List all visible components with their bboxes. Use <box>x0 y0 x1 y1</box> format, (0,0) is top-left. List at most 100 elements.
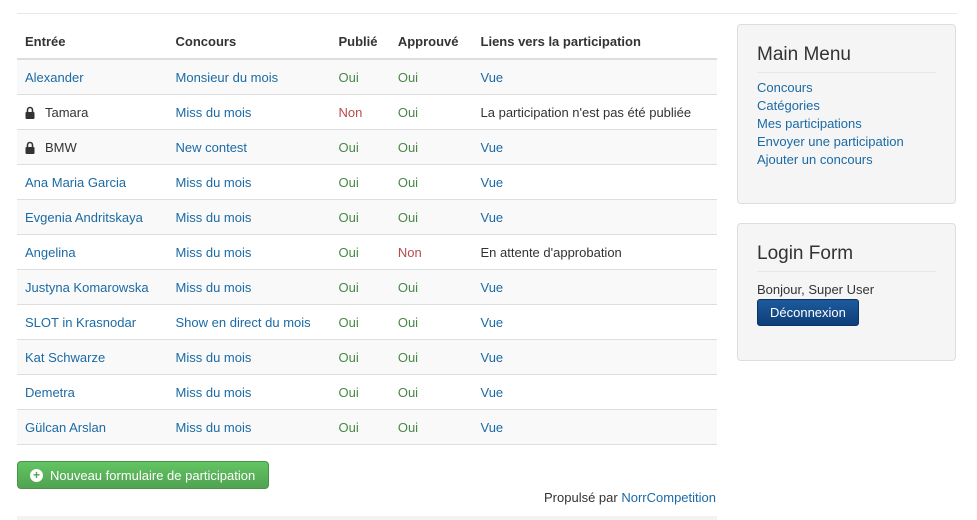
login-form-title: Login Form <box>757 243 936 272</box>
published-status: Oui <box>330 234 390 270</box>
entry-link[interactable]: Kat Schwarze <box>25 350 105 365</box>
contest-cell: Miss du mois <box>167 269 331 305</box>
menu-item-my-entries[interactable]: Mes participations <box>757 116 862 131</box>
menu-item-categories[interactable]: Catégories <box>757 98 820 113</box>
bottom-divider <box>17 516 717 520</box>
approved-status: Oui <box>389 409 473 445</box>
menu-item-submit-entry[interactable]: Envoyer une participation <box>757 134 904 149</box>
published-status: Oui <box>330 164 390 200</box>
contest-link[interactable]: Miss du mois <box>176 280 252 295</box>
table-row: Demetra Miss du mois Oui Oui Vue <box>17 374 717 410</box>
view-link[interactable]: Vue <box>481 280 504 295</box>
header-links: Liens vers la participation <box>472 24 717 60</box>
link-status: La participation n'est pas été publiée <box>480 104 692 120</box>
entry-cell: Kat Schwarze <box>17 339 168 375</box>
table-row: Gülcan Arslan Miss du mois Oui Oui Vue <box>17 409 717 445</box>
published-status: Oui <box>330 199 390 235</box>
contest-link[interactable]: New contest <box>176 140 248 155</box>
approved-status: Oui <box>389 129 473 165</box>
published-status: Oui <box>330 374 390 410</box>
plus-circle-icon: + <box>30 468 43 482</box>
view-link[interactable]: Vue <box>481 315 504 330</box>
approved-status: Oui <box>389 339 473 375</box>
entry-cell: Demetra <box>17 374 168 410</box>
entry-cell: BMW <box>17 129 168 165</box>
entries-section: Entrée Concours Publié Approuvé Liens ve… <box>17 24 717 445</box>
contest-cell: Show en direct du mois <box>167 304 331 340</box>
approved-status: Oui <box>389 269 473 305</box>
main-menu-list: Concours Catégories Mes participations E… <box>757 79 936 169</box>
logout-button[interactable]: Déconnexion <box>757 299 859 326</box>
table-row: Ana Maria Garcia Miss du mois Oui Oui Vu… <box>17 164 717 200</box>
contest-link[interactable]: Miss du mois <box>176 245 252 260</box>
contest-link[interactable]: Miss du mois <box>176 420 252 435</box>
link-cell: Vue <box>472 269 717 305</box>
contest-link[interactable]: Miss du mois <box>176 210 252 225</box>
new-entry-button[interactable]: + Nouveau formulaire de participation <box>17 461 269 489</box>
menu-list-item: Catégories <box>757 97 936 115</box>
approved-status: Oui <box>389 164 473 200</box>
entry-link[interactable]: Justyna Komarowska <box>25 280 149 295</box>
view-link[interactable]: Vue <box>481 350 504 365</box>
norrcompetition-link[interactable]: NorrCompetition <box>621 490 716 505</box>
contest-cell: Miss du mois <box>167 374 331 410</box>
contest-cell: Miss du mois <box>167 234 331 270</box>
view-link[interactable]: Vue <box>481 420 504 435</box>
entry-cell: Gülcan Arslan <box>17 409 168 445</box>
link-cell: Vue <box>472 199 717 235</box>
link-cell: En attente d'approbation <box>472 234 717 270</box>
entry-link[interactable]: SLOT in Krasnodar <box>25 315 136 330</box>
lock-icon <box>25 141 35 154</box>
entry-link[interactable]: Angelina <box>25 245 76 260</box>
link-cell: Vue <box>472 129 717 165</box>
view-link[interactable]: Vue <box>481 140 504 155</box>
lock-icon <box>25 106 35 119</box>
contest-link[interactable]: Miss du mois <box>176 350 252 365</box>
contest-link[interactable]: Miss du mois <box>176 175 252 190</box>
view-link[interactable]: Vue <box>481 210 504 225</box>
header-entry: Entrée <box>17 24 168 60</box>
contest-link[interactable]: Miss du mois <box>176 105 252 120</box>
entry-name: Tamara <box>45 104 89 120</box>
link-cell: Vue <box>472 374 717 410</box>
entry-link[interactable]: Ana Maria Garcia <box>25 175 126 190</box>
menu-list-item: Ajouter un concours <box>757 151 936 169</box>
published-status: Oui <box>330 269 390 305</box>
published-status: Oui <box>330 129 390 165</box>
entry-link[interactable]: Gülcan Arslan <box>25 420 106 435</box>
contest-link[interactable]: Monsieur du mois <box>176 70 279 85</box>
link-cell: La participation n'est pas été publiée <box>472 94 717 130</box>
main-menu-title: Main Menu <box>757 44 936 73</box>
contest-cell: Miss du mois <box>167 199 331 235</box>
header-published: Publié <box>330 24 390 60</box>
powered-by-label: Propulsé par <box>544 490 618 505</box>
table-row: BMW New contest Oui Oui Vue <box>17 129 717 165</box>
contest-cell: New contest <box>167 129 331 165</box>
published-status: Oui <box>330 339 390 375</box>
header-contest: Concours <box>167 24 331 60</box>
contest-link[interactable]: Show en direct du mois <box>176 315 311 330</box>
published-status: Non <box>330 94 390 130</box>
contest-cell: Miss du mois <box>167 339 331 375</box>
approved-status: Non <box>389 234 473 270</box>
entry-link[interactable]: Alexander <box>25 70 84 85</box>
menu-list-item: Envoyer une participation <box>757 133 936 151</box>
entry-cell: Alexander <box>17 59 168 95</box>
menu-item-add-contest[interactable]: Ajouter un concours <box>757 152 873 167</box>
menu-item-concours[interactable]: Concours <box>757 80 813 95</box>
entry-link[interactable]: Evgenia Andritskaya <box>25 210 143 225</box>
entry-cell: Ana Maria Garcia <box>17 164 168 200</box>
menu-list-item: Concours <box>757 79 936 97</box>
view-link[interactable]: Vue <box>481 70 504 85</box>
contest-cell: Miss du mois <box>167 164 331 200</box>
greeting-text: Bonjour, Super User <box>757 282 875 297</box>
table-row: SLOT in Krasnodar Show en direct du mois… <box>17 304 717 340</box>
table-header: Entrée Concours Publié Approuvé Liens ve… <box>17 24 717 60</box>
entry-link[interactable]: Demetra <box>25 385 75 400</box>
view-link[interactable]: Vue <box>481 175 504 190</box>
link-status: En attente d'approbation <box>480 244 622 260</box>
view-link[interactable]: Vue <box>481 385 504 400</box>
entry-cell: Tamara <box>17 94 168 130</box>
contest-link[interactable]: Miss du mois <box>176 385 252 400</box>
approved-status: Oui <box>389 94 473 130</box>
